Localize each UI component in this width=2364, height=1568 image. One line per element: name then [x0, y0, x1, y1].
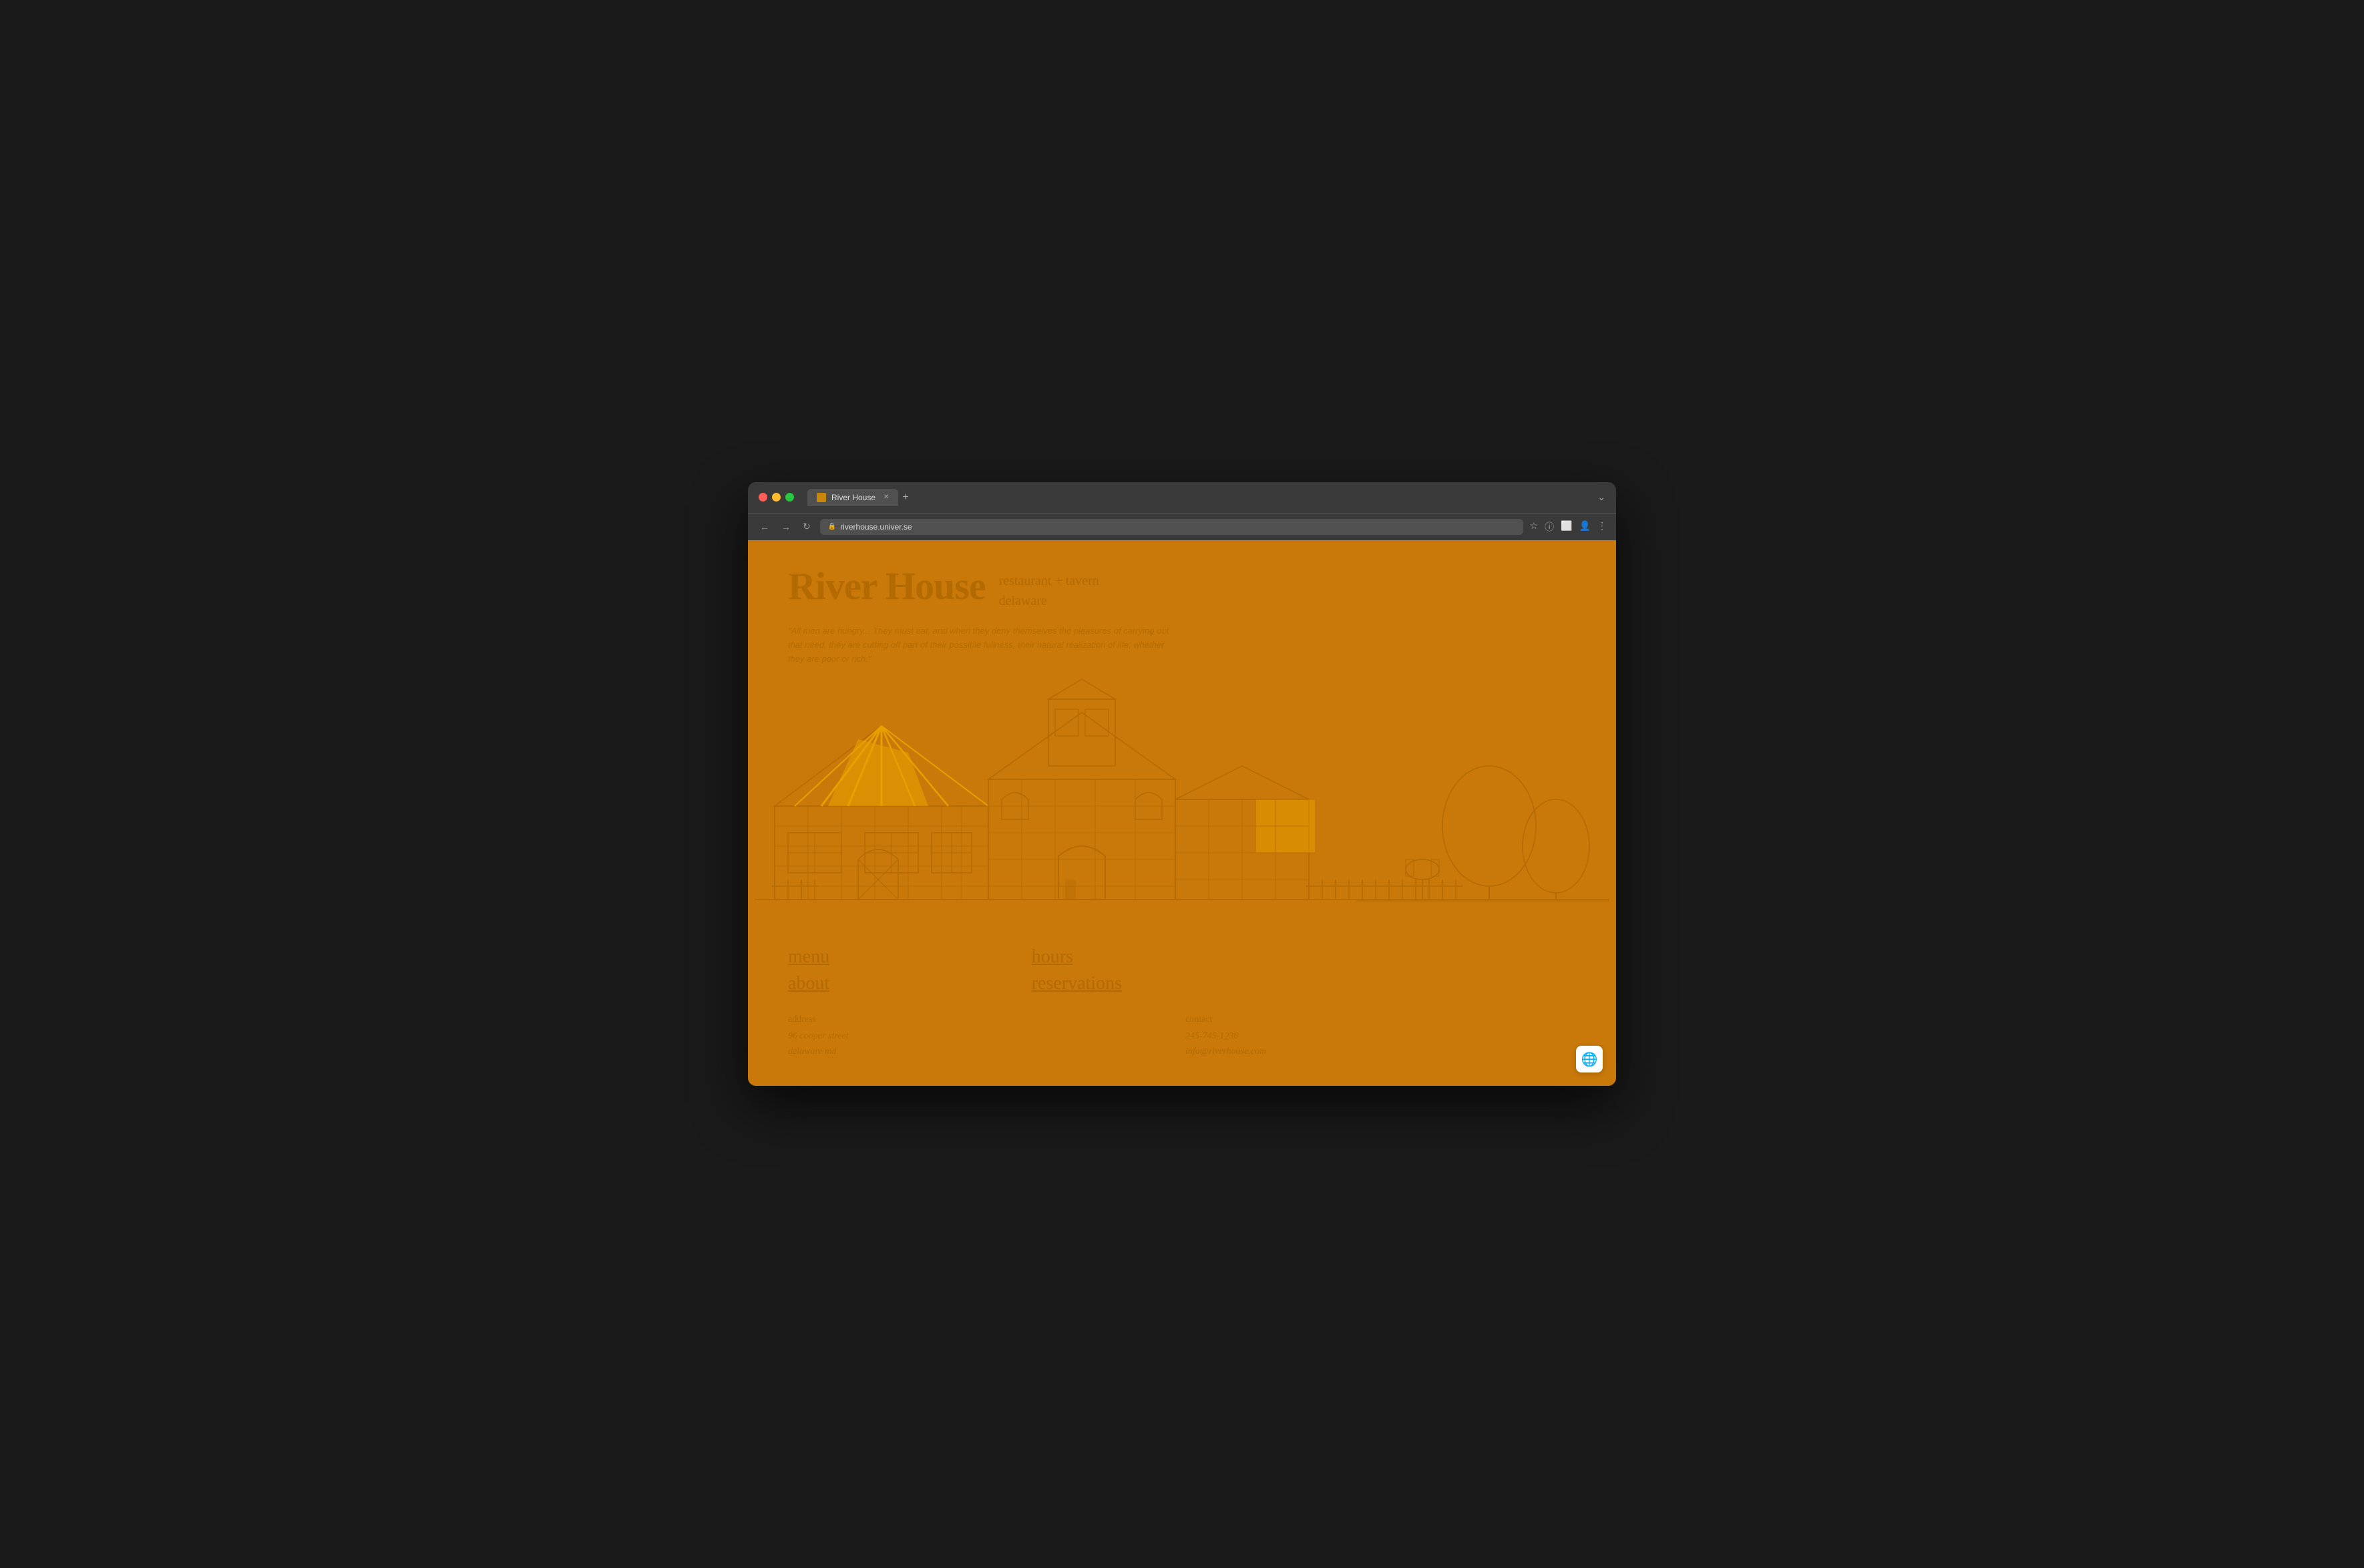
info-icon[interactable]: ⓘ [1545, 520, 1554, 534]
hours-link[interactable]: hours [1032, 946, 1122, 968]
active-tab[interactable]: River House ✕ [807, 489, 898, 506]
new-tab-button[interactable]: + [902, 492, 908, 504]
traffic-lights [759, 493, 794, 502]
contact-section: contact 245-745-1236 info@riverhouse.com [1185, 1014, 1576, 1059]
close-button[interactable] [759, 493, 767, 502]
menu-icon[interactable]: ⋮ [1597, 520, 1607, 534]
site-title: River House [788, 567, 986, 606]
bookmark-icon[interactable]: ☆ [1530, 520, 1539, 534]
profile-icon[interactable]: 👤 [1579, 520, 1591, 534]
site-navigation: menu hours about reservations [788, 946, 1122, 994]
website-content: River House restaurant + tavern delaware… [748, 540, 1616, 1086]
site-footer: address 96 cooper street delaware md con… [788, 1014, 1576, 1059]
site-subtitle: restaurant + tavern delaware [999, 571, 1099, 611]
subtitle-line1: restaurant + tavern [999, 571, 1099, 591]
address-bar[interactable]: 🔒 riverhouse.univer.se [820, 519, 1523, 535]
url-text: riverhouse.univer.se [840, 522, 912, 532]
minimize-button[interactable] [772, 493, 781, 502]
tab-bar: River House ✕ + [807, 489, 1589, 506]
browser-toolbar: ← → ↻ 🔒 riverhouse.univer.se ☆ ⓘ ⬜ 👤 ⋮ [748, 513, 1616, 540]
about-link[interactable]: about [788, 973, 858, 994]
tab-close-button[interactable]: ✕ [883, 494, 889, 501]
maximize-button[interactable] [785, 493, 794, 502]
globe-button[interactable]: 🌐 [1576, 1046, 1603, 1072]
back-button[interactable]: ← [757, 520, 772, 534]
site-header: River House restaurant + tavern delaware [788, 567, 1576, 611]
building-svg [748, 672, 1616, 926]
contact-label: contact [1185, 1014, 1576, 1025]
reservations-link[interactable]: reservations [1032, 973, 1122, 994]
contact-phone: 245-745-1236 [1185, 1029, 1576, 1044]
reload-button[interactable]: ↻ [800, 520, 813, 534]
tab-title: River House [831, 493, 875, 502]
site-quote: "All men are hungry... They must eat, an… [788, 624, 1175, 666]
forward-button[interactable]: → [779, 520, 793, 534]
browser-window: River House ✕ + ⌄ ← → ↻ 🔒 riverhouse.uni… [748, 482, 1616, 1086]
address-line1: 96 cooper street [788, 1029, 1179, 1044]
tab-favicon [817, 493, 826, 502]
lock-icon: 🔒 [828, 523, 836, 530]
subtitle-line2: delaware [999, 591, 1099, 611]
address-label: address [788, 1014, 1179, 1025]
address-section: address 96 cooper street delaware md [788, 1014, 1179, 1059]
address-line2: delaware md [788, 1044, 1179, 1059]
contact-email: info@riverhouse.com [1185, 1044, 1576, 1059]
building-illustration [748, 672, 1616, 926]
window-controls-chevron[interactable]: ⌄ [1597, 492, 1605, 503]
toolbar-actions: ☆ ⓘ ⬜ 👤 ⋮ [1530, 520, 1607, 534]
titlebar: River House ✕ + ⌄ [748, 482, 1616, 513]
menu-link[interactable]: menu [788, 946, 858, 968]
share-icon[interactable]: ⬜ [1561, 520, 1572, 534]
